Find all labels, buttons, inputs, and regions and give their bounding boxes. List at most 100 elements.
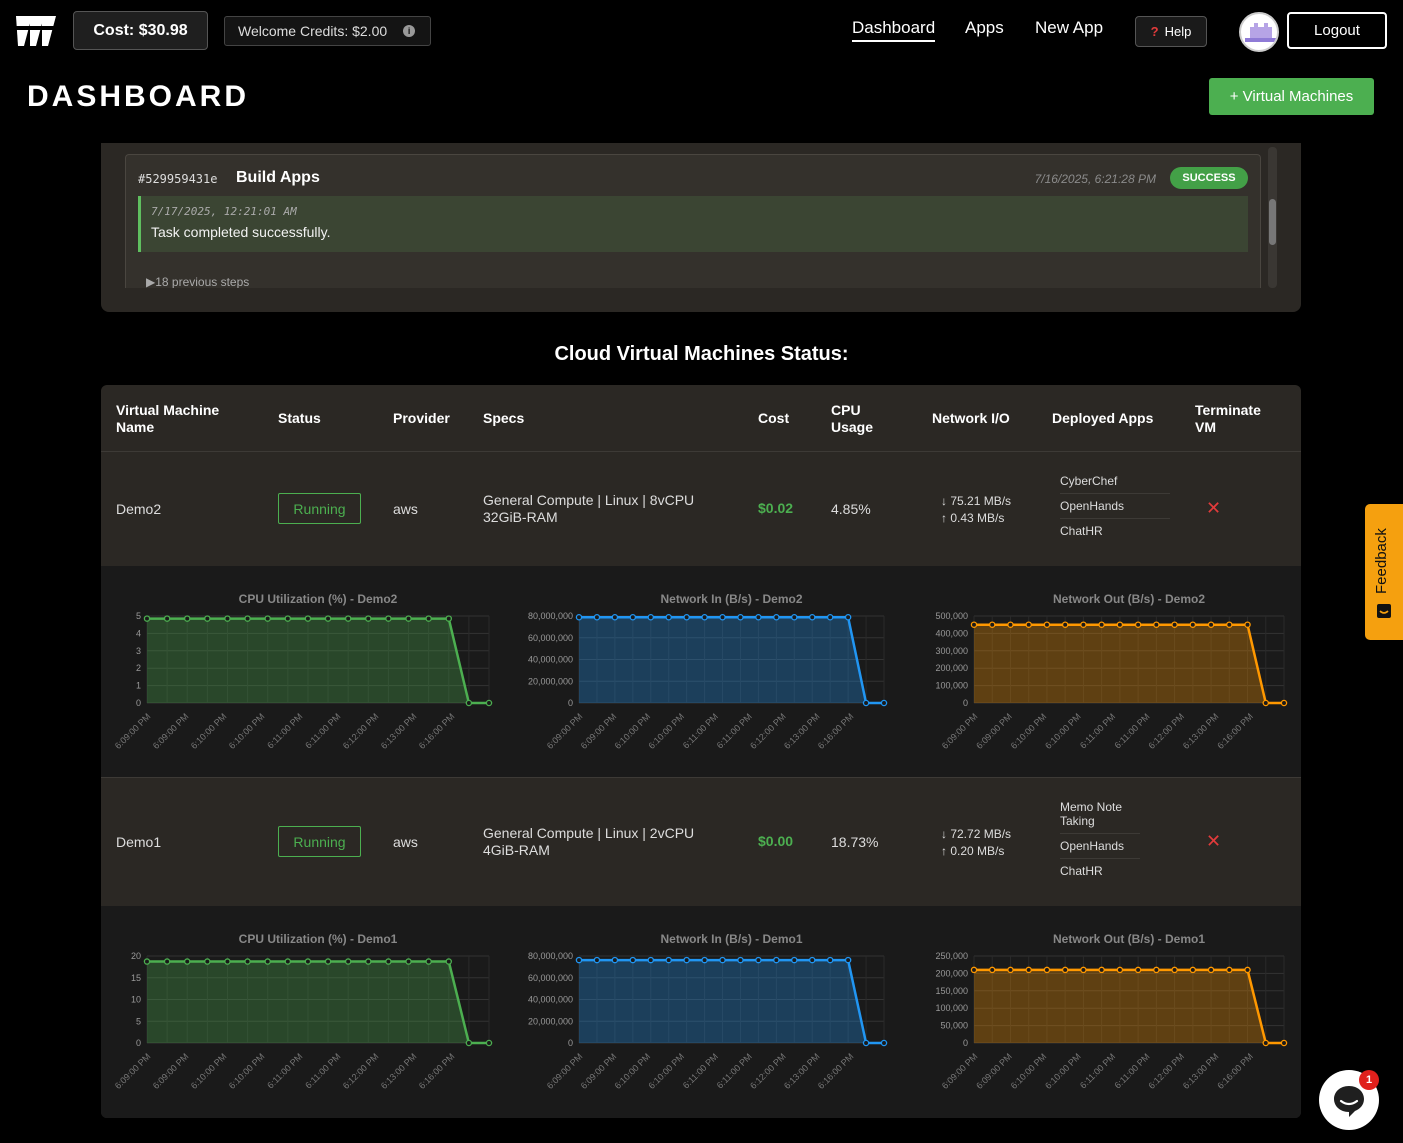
series-area [147, 618, 489, 703]
data-point [284, 615, 292, 622]
data-point [183, 958, 191, 965]
y-tick-label: 5 [136, 611, 141, 621]
chart-title: CPU Utilization (%) - Demo2 [239, 592, 398, 606]
data-point [665, 956, 672, 964]
add-virtual-machines-button[interactable]: + Virtual Machines [1209, 78, 1374, 115]
y-tick-label: 1 [136, 681, 141, 691]
th-cpu-usage: CPU Usage [831, 402, 874, 435]
series-area [579, 617, 884, 703]
nav-dashboard[interactable]: Dashboard [852, 18, 936, 42]
terminate-vm-icon[interactable]: ✕ [1206, 831, 1221, 852]
y-tick-label: 40,000,000 [528, 995, 573, 1005]
data-point [629, 613, 637, 621]
terminate-vm-icon[interactable]: ✕ [1206, 498, 1221, 519]
logout-button[interactable]: Logout [1287, 12, 1387, 49]
data-point [647, 613, 655, 621]
network-out: ↑ 0.20 MB/s [941, 844, 1005, 858]
vm-name: Demo2 [116, 501, 162, 517]
deployed-app-item[interactable]: OpenHands [1060, 834, 1140, 859]
x-tick-label: 6:12:00 PM [1146, 1051, 1186, 1091]
y-tick-label: 100,000 [935, 681, 968, 691]
x-tick-label: 6:16:00 PM [816, 1051, 856, 1091]
data-point [808, 956, 816, 964]
deployed-app-item[interactable]: OpenHands [1060, 494, 1170, 519]
data-point [304, 615, 312, 622]
deployed-app-item[interactable]: ChatHR [1060, 859, 1140, 883]
y-tick-label: 0 [963, 1038, 968, 1048]
nav-apps[interactable]: Apps [965, 18, 1004, 38]
chart-title: CPU Utilization (%) - Demo1 [239, 932, 398, 946]
deployed-app-item[interactable]: CyberChef [1060, 469, 1170, 494]
deployed-app-item[interactable]: ChatHR [1060, 519, 1170, 543]
y-tick-label: 20 [131, 951, 141, 961]
th-specs: Specs [483, 410, 525, 426]
data-point [701, 613, 708, 621]
previous-steps-toggle[interactable]: ▶18 previous steps [146, 275, 249, 288]
vm-charts-demo1: CPU Utilization (%) - Demo1 0 5 10 15 20 6:09:… [101, 906, 1301, 1118]
th-status: Status [278, 410, 321, 426]
nav-new-app[interactable]: New App [1035, 18, 1103, 38]
y-tick-label: 300,000 [935, 646, 968, 656]
x-tick-label: 6:10:00 PM [646, 711, 686, 751]
task-card: #529959431e Build Apps 7/16/2025, 6:21:2… [125, 154, 1261, 288]
data-point [1244, 966, 1251, 974]
data-point [826, 613, 834, 621]
data-point [445, 958, 453, 965]
task-scrollbar[interactable] [1268, 147, 1277, 288]
deployed-app-item[interactable]: Memo Note Taking [1060, 795, 1140, 834]
y-tick-label: 50,000 [940, 1021, 968, 1031]
y-tick-label: 60,000,000 [528, 973, 573, 983]
feedback-icon [1377, 604, 1391, 618]
feedback-tab[interactable]: Feedback [1365, 504, 1403, 640]
data-point [405, 615, 412, 622]
x-tick-label: 6:13:00 PM [379, 711, 419, 751]
data-point [1189, 966, 1197, 974]
user-avatar[interactable] [1239, 12, 1279, 52]
y-tick-label: 80,000,000 [528, 611, 573, 621]
x-tick-label: 6:09:00 PM [974, 711, 1014, 751]
vm-specs-line2: 32GiB-RAM [483, 509, 558, 525]
vm-provider: aws [393, 501, 418, 517]
row-divider [101, 777, 1301, 778]
network-out: ↑ 0.43 MB/s [941, 511, 1005, 525]
brand-logo[interactable] [14, 12, 58, 50]
cost-button[interactable]: Cost: $30.98 [73, 11, 208, 50]
data-point [204, 615, 211, 622]
data-point [988, 966, 996, 974]
network-in: ↓ 72.72 MB/s [941, 827, 1012, 841]
vm-specs-line2: 4GiB-RAM [483, 842, 550, 858]
x-tick-label: 6:11:00 PM [681, 711, 720, 750]
chart-cpu-demo2: CPU Utilization (%) - Demo2 0 1 2 3 4 5 6:09:00… [113, 592, 493, 751]
y-tick-label: 5 [136, 1016, 141, 1026]
top-navbar: Cost: $30.98 Welcome Credits: $2.00 i Da… [0, 0, 1403, 62]
scrollbar-thumb[interactable] [1269, 199, 1276, 245]
y-tick-label: 0 [568, 1038, 573, 1048]
status-running-badge: Running [278, 493, 361, 524]
log-time: 7/17/2025, 12:21:01 AM [151, 205, 297, 218]
data-point [224, 615, 231, 622]
data-point [344, 615, 352, 622]
data-point [244, 615, 251, 622]
data-point [1153, 966, 1160, 974]
x-tick-label: 6:09:00 PM [940, 711, 980, 751]
data-point [1098, 621, 1105, 628]
credits-label: Welcome Credits: $2.00 [238, 23, 388, 39]
welcome-credits: Welcome Credits: $2.00 i [224, 16, 431, 46]
data-point [844, 956, 852, 964]
y-tick-label: 4 [136, 628, 141, 638]
data-point [1189, 621, 1197, 628]
data-point [485, 1039, 493, 1047]
status-running-badge: Running [278, 826, 361, 857]
data-point [425, 615, 432, 622]
x-tick-label: 6:12:00 PM [341, 711, 381, 751]
data-point [862, 1039, 870, 1047]
y-tick-label: 100,000 [935, 1003, 968, 1013]
data-point [880, 699, 888, 707]
y-tick-label: 0 [963, 698, 968, 708]
data-point [304, 958, 312, 965]
info-icon[interactable]: i [403, 25, 416, 37]
help-button[interactable]: ? Help [1135, 16, 1207, 47]
data-point [1280, 1039, 1288, 1047]
vm-provider: aws [393, 834, 418, 850]
data-point [1043, 966, 1051, 974]
